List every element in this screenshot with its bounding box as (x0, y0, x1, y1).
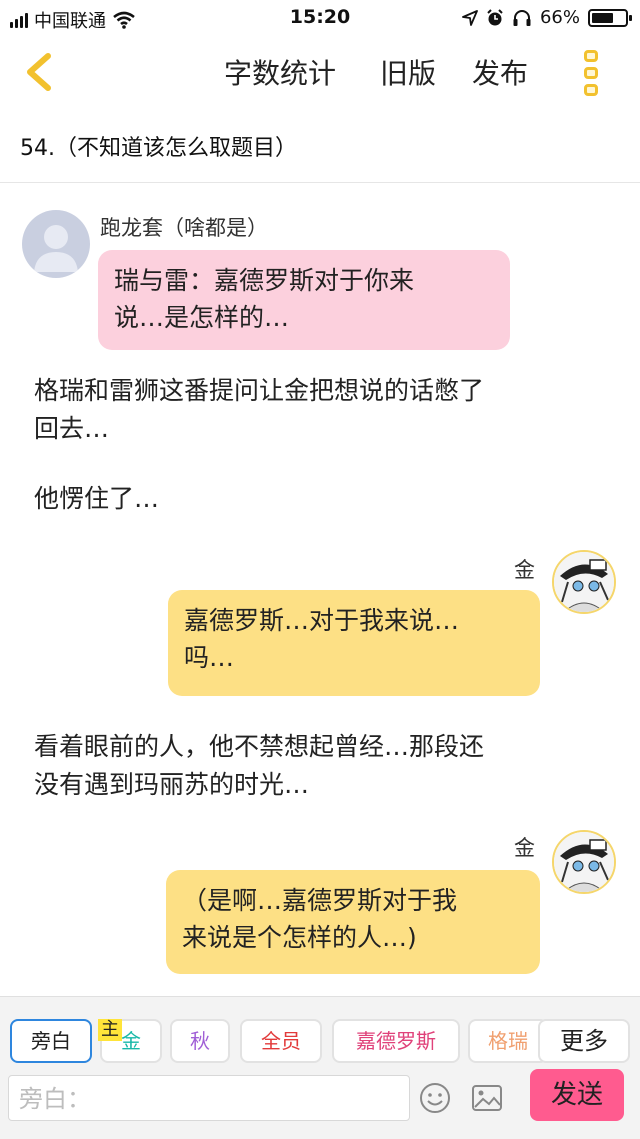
battery-level (592, 12, 614, 23)
bubble-line: 吗… (184, 643, 235, 672)
avatar[interactable] (22, 210, 90, 278)
word-count-button[interactable]: 字数统计 (224, 52, 336, 92)
character-avatar-icon (554, 552, 614, 612)
role-chip-gerui[interactable]: 格瑞 (468, 1019, 548, 1063)
narration-text[interactable]: 看着眼前的人，他不禁想起曾经…那段还 没有遇到玛丽苏的时光… (34, 728, 614, 804)
bubble-line: （是啊…嘉德罗斯对于我 (182, 886, 458, 915)
headphones-icon (513, 9, 531, 26)
image-icon[interactable] (470, 1081, 504, 1115)
speaker-name: 跑龙套（啥都是） (100, 216, 268, 240)
publish-button[interactable]: 发布 (472, 52, 528, 92)
more-roles-button[interactable]: 更多 (538, 1019, 630, 1063)
narration-line: 格瑞和雷狮这番提问让金把想说的话憋了 (34, 376, 485, 405)
narration-line: 回去… (34, 414, 110, 443)
bubble-line: 来说是个怎样的人…) (182, 923, 417, 952)
main-role-badge: 主 (98, 1019, 122, 1041)
status-bar: 中国联通 15:20 66% (0, 0, 640, 36)
message-input[interactable]: 旁白： (8, 1075, 410, 1121)
role-chip-qiu[interactable]: 秋 (170, 1019, 230, 1063)
bubble-line: 说…是怎样的… (114, 303, 290, 332)
battery-icon (588, 8, 632, 27)
avatar[interactable] (552, 830, 616, 894)
narration-line: 他愣住了… (34, 484, 160, 513)
dialogue-bubble[interactable]: （是啊…嘉德罗斯对于我 来说是个怎样的人…) (166, 870, 540, 974)
bubble-line: 瑞与雷：嘉德罗斯对于你来 (114, 266, 415, 295)
role-chip-all[interactable]: 全员 (240, 1019, 322, 1063)
speaker-name: 金 (514, 558, 535, 582)
old-version-button[interactable]: 旧版 (380, 52, 436, 92)
narration-text[interactable]: 他愣住了… (34, 480, 614, 518)
dialogue-bubble[interactable]: 嘉德罗斯…对于我来说… 吗… (168, 590, 540, 696)
speaker-name: 金 (514, 836, 535, 860)
location-icon (462, 9, 478, 26)
role-chip-narrator[interactable]: 旁白 (10, 1019, 92, 1063)
narration-text[interactable]: 格瑞和雷狮这番提问让金把想说的话憋了 回去… (34, 372, 614, 448)
battery-percent: 66% (539, 7, 580, 28)
bubble-line: 嘉德罗斯…对于我来说… (184, 606, 460, 635)
avatar[interactable] (552, 550, 616, 614)
divider (0, 182, 640, 183)
chevron-left-icon[interactable] (20, 50, 60, 94)
character-avatar-icon (554, 832, 614, 892)
narration-line: 看着眼前的人，他不禁想起曾经…那段还 (34, 732, 485, 761)
dialogue-bubble[interactable]: 瑞与雷：嘉德罗斯对于你来 说…是怎样的… (98, 250, 510, 350)
story-title: 54.（不知道该怎么取题目） (20, 136, 297, 161)
role-chip-jiadeluosi[interactable]: 嘉德罗斯 (332, 1019, 460, 1063)
top-nav: 字数统计 旧版 发布 (0, 36, 640, 108)
composer-bar: 旁白 金 主 秋 全员 嘉德罗斯 格瑞 更多 旁白： 发送 (0, 996, 640, 1139)
send-button[interactable]: 发送 (530, 1069, 624, 1121)
default-avatar-icon (34, 225, 78, 272)
emoji-icon[interactable] (418, 1081, 452, 1115)
alarm-icon (487, 8, 503, 25)
narration-line: 没有遇到玛丽苏的时光… (34, 770, 310, 799)
more-vertical-icon[interactable] (584, 50, 600, 96)
